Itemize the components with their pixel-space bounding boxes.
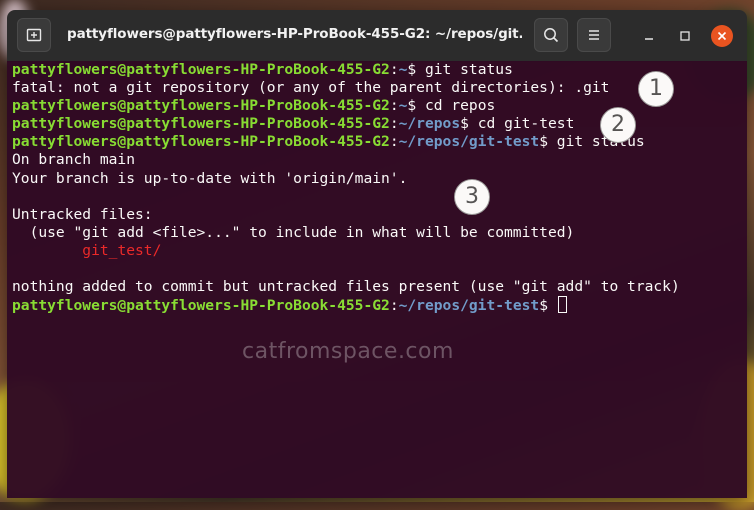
prompt-path: ~/repos/git-test (398, 297, 540, 315)
command-text: cd git-test (468, 115, 575, 133)
prompt-symbol: $ (407, 61, 417, 78)
window-title: pattyflowers@pattyflowers-HP-ProBook-455… (67, 26, 522, 42)
maximize-button[interactable] (674, 25, 696, 47)
prompt-symbol: $ (539, 133, 548, 151)
prompt-symbol: $ (460, 115, 469, 133)
prompt-line: pattyflowers@pattyflowers-HP-ProBook-455… (12, 97, 680, 115)
prompt-path: ~/repos/git-test (398, 133, 540, 151)
command-text: cd repos (416, 97, 496, 115)
prompt-user-host: pattyflowers@pattyflowers-HP-ProBook-455… (12, 97, 390, 115)
maximize-icon (680, 31, 690, 41)
search-button[interactable] (534, 18, 568, 52)
new-tab-icon (26, 28, 42, 42)
terminal-text[interactable]: pattyflowers@pattyflowers-HP-ProBook-455… (12, 61, 680, 314)
prompt-separator: : (389, 115, 399, 133)
terminal-cursor (557, 296, 567, 314)
annotation-badge-2: 2 (600, 107, 636, 143)
close-button[interactable] (711, 25, 733, 47)
minimize-button[interactable] (638, 25, 660, 47)
minimize-icon (645, 38, 653, 40)
prompt-symbol: $ (407, 97, 417, 115)
terminal-output[interactable]: pattyflowers@pattyflowers-HP-ProBook-455… (7, 61, 747, 498)
output-line: Untracked files: (12, 205, 153, 223)
hamburger-menu-icon (589, 30, 599, 40)
prompt-separator: : (389, 97, 399, 115)
prompt-user-host: pattyflowers@pattyflowers-HP-ProBook-455… (12, 61, 390, 78)
new-tab-button[interactable] (17, 18, 51, 52)
prompt-line: pattyflowers@pattyflowers-HP-ProBook-455… (12, 61, 680, 79)
prompt-separator: : (389, 297, 399, 315)
annotation-badge-1: 1 (638, 71, 674, 107)
output-line: Your branch is up-to-date with 'origin/m… (12, 169, 408, 187)
output-line: On branch main (12, 151, 136, 169)
prompt-symbol: $ (539, 297, 548, 315)
prompt-path: ~/repos (398, 115, 461, 133)
search-icon (544, 28, 559, 43)
prompt-user-host: pattyflowers@pattyflowers-HP-ProBook-455… (12, 115, 390, 133)
command-text (548, 297, 557, 314)
prompt-line: pattyflowers@pattyflowers-HP-ProBook-455… (12, 296, 680, 314)
watermark: catfromspace.com (242, 339, 454, 364)
menu-button[interactable] (577, 18, 611, 52)
output-line: fatal: not a git repository (or any of t… (12, 79, 610, 97)
annotation-badge-3: 3 (454, 179, 490, 215)
prompt-user-host: pattyflowers@pattyflowers-HP-ProBook-455… (12, 297, 390, 315)
prompt-separator: : (389, 61, 399, 78)
close-icon (717, 31, 727, 41)
prompt-line: pattyflowers@pattyflowers-HP-ProBook-455… (12, 133, 680, 151)
title-bar[interactable]: pattyflowers@pattyflowers-HP-ProBook-455… (7, 10, 747, 62)
terminal-window: pattyflowers@pattyflowers-HP-ProBook-455… (7, 10, 747, 498)
untracked-file: git_test/ (82, 241, 162, 259)
output-line: nothing added to commit but untracked fi… (12, 278, 680, 296)
prompt-line: pattyflowers@pattyflowers-HP-ProBook-455… (12, 115, 680, 133)
output-line: (use "git add <file>..." to include in w… (12, 223, 575, 241)
prompt-user-host: pattyflowers@pattyflowers-HP-ProBook-455… (12, 133, 390, 151)
command-text: git status (416, 61, 513, 78)
prompt-separator: : (389, 133, 399, 151)
untracked-file-line: git_test/ (12, 242, 680, 260)
